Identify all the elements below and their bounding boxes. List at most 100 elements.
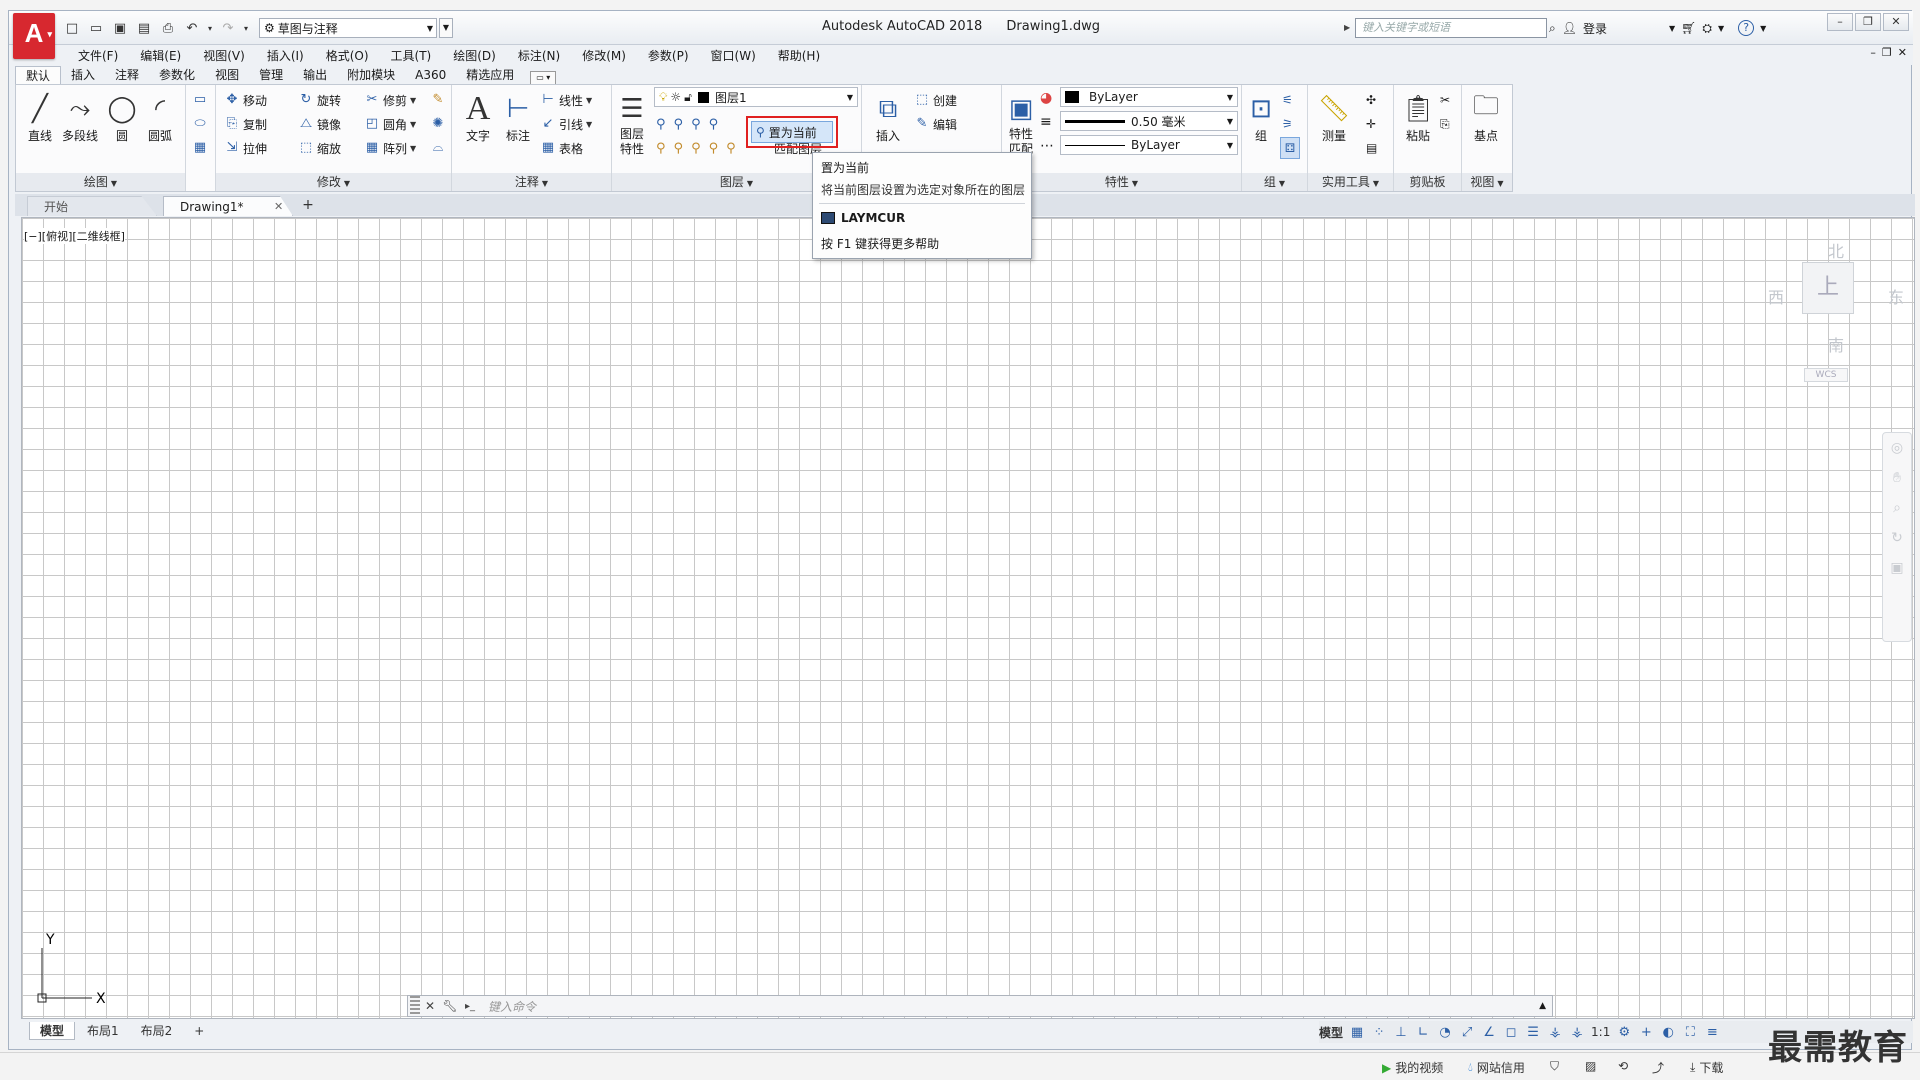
layer-isolate-icon[interactable]: ⚲ bbox=[674, 117, 684, 132]
copy-button[interactable]: ⎘ 复制 bbox=[224, 113, 267, 135]
wrench-icon[interactable]: 🔧︎ bbox=[440, 999, 460, 1013]
fullscreen-icon[interactable]: ⛶ bbox=[1682, 1025, 1698, 1040]
viewcube[interactable]: 北 西 东 南 上 WCS bbox=[1760, 236, 1910, 396]
annotation-visibility-icon[interactable]: ⚶ bbox=[1547, 1025, 1563, 1040]
search-expand-icon[interactable]: ▶ bbox=[1344, 18, 1354, 38]
snap-icon[interactable]: ⁘ bbox=[1371, 1025, 1387, 1040]
panel-clipboard-label[interactable]: 剪贴板 bbox=[1394, 173, 1461, 191]
stretch-button[interactable]: ⇲ 拉伸 bbox=[224, 137, 267, 159]
ribbon-minimize-button[interactable]: ▭ ▾ bbox=[530, 71, 557, 85]
minimize-icon[interactable]: – bbox=[1827, 13, 1853, 31]
drawing-canvas[interactable]: [−][俯视][二维线框] 北 西 东 南 上 WCS ◎ ✋︎ ⌕ ↻ ▣ Y… bbox=[21, 217, 1915, 1019]
fillet-button[interactable]: ◰ 圆角 ▼ bbox=[364, 113, 416, 135]
menu-help[interactable]: 帮助(H) bbox=[767, 47, 831, 64]
color-wheel-icon[interactable]: ◕ bbox=[1040, 87, 1052, 109]
qat-customize-button[interactable]: ▼ bbox=[439, 18, 453, 38]
save-icon[interactable]: ▣ bbox=[109, 17, 131, 39]
site-credit-link[interactable]: 💧︎ 网站信用 bbox=[1468, 1059, 1525, 1076]
panel-annotation-label[interactable]: 注释 ▼ bbox=[452, 173, 611, 191]
image-icon[interactable]: ▨ bbox=[1585, 1059, 1596, 1073]
tab-view[interactable]: 视图 bbox=[205, 66, 249, 85]
layer-select[interactable]: 💡︎ ☼ 🔓︎ 图层1 ▼ bbox=[654, 87, 858, 107]
match-properties-button[interactable]: ▣ 特性匹配 bbox=[1004, 91, 1038, 161]
arc-button[interactable]: ◜ 圆弧 bbox=[140, 91, 180, 161]
menu-insert[interactable]: 插入(I) bbox=[256, 47, 315, 64]
close-icon[interactable]: ✕ bbox=[274, 197, 283, 216]
table-button[interactable]: ▦ 表格 bbox=[540, 137, 583, 159]
object-snap-track-icon[interactable]: ∠ bbox=[1481, 1025, 1497, 1040]
circle-button[interactable]: ◯ 圆 bbox=[102, 91, 142, 161]
command-grip-handle[interactable] bbox=[410, 996, 420, 1016]
trim-button[interactable]: ✂ 修剪 ▼ bbox=[364, 89, 417, 111]
insert-block-button[interactable]: ⧉ 插入 bbox=[868, 91, 908, 161]
pan-icon[interactable]: ✋︎ bbox=[1883, 463, 1911, 493]
menu-parametric[interactable]: 参数(P) bbox=[637, 47, 700, 64]
color-select[interactable]: ByLayer ▼ bbox=[1060, 87, 1238, 107]
menu-view[interactable]: 视图(V) bbox=[192, 47, 256, 64]
menu-draw[interactable]: 绘图(D) bbox=[442, 47, 507, 64]
ortho-icon[interactable]: ∟ bbox=[1415, 1025, 1431, 1040]
cut-icon[interactable]: ✂ bbox=[1440, 89, 1450, 111]
model-space-button[interactable]: 模型 bbox=[1319, 1024, 1343, 1041]
viewcube-south[interactable]: 南 bbox=[1828, 332, 1844, 356]
panel-modify-label[interactable]: 修改 ▼ bbox=[216, 173, 451, 191]
cart-icon[interactable]: 🛒︎ bbox=[1681, 21, 1696, 35]
user-icon[interactable]: 👤︎ bbox=[1562, 21, 1577, 35]
tab-annotate[interactable]: 注释 bbox=[105, 66, 149, 85]
layer-thaw-icon[interactable]: ⚲ bbox=[691, 141, 701, 156]
tab-model[interactable]: 模型 bbox=[29, 1022, 76, 1040]
array-button[interactable]: ▦ 阵列 ▼ bbox=[364, 137, 416, 159]
layer-walk-icon[interactable]: ⚲ bbox=[726, 141, 736, 156]
ungroup-icon[interactable]: ⚟ bbox=[1282, 89, 1293, 111]
copy-clip-icon[interactable]: ⎘ bbox=[1440, 113, 1450, 135]
login-button[interactable]: 登录 bbox=[1583, 20, 1663, 37]
close-icon[interactable]: ✕ bbox=[420, 999, 440, 1013]
plus-icon[interactable]: + bbox=[1638, 1025, 1654, 1040]
menu-modify[interactable]: 修改(M) bbox=[571, 47, 637, 64]
tab-drawing1[interactable]: Drawing1* ✕ bbox=[163, 196, 293, 216]
measure-button[interactable]: 📏︎ 测量 bbox=[1314, 91, 1354, 161]
lineweight-select[interactable]: 0.50 毫米 ▼ bbox=[1060, 111, 1238, 131]
scale-button[interactable]: ⬚ 缩放 bbox=[298, 137, 341, 159]
application-menu-button[interactable]: A ▾ bbox=[13, 13, 55, 59]
panel-draw-label[interactable]: 绘图 ▼ bbox=[16, 173, 185, 191]
polyline-button[interactable]: ⤳ 多段线 bbox=[60, 91, 100, 161]
tab-parametric[interactable]: 参数化 bbox=[149, 66, 205, 85]
close-icon[interactable]: ✕ bbox=[1898, 46, 1907, 59]
annotation-scale-value[interactable]: 1:1 bbox=[1591, 1025, 1610, 1039]
mirror-button[interactable]: ⧍ 镜像 bbox=[298, 113, 341, 135]
tab-featured-apps[interactable]: 精选应用 bbox=[456, 66, 524, 85]
command-input[interactable]: 键入命令 bbox=[488, 998, 536, 1015]
tab-start[interactable]: 开始 bbox=[27, 196, 157, 216]
menu-edit[interactable]: 编辑(E) bbox=[129, 47, 192, 64]
create-block-button[interactable]: ⬚ 创建 bbox=[914, 89, 957, 111]
zoom-icon[interactable]: ⌕ bbox=[1883, 493, 1911, 523]
tab-layout1[interactable]: 布局1 bbox=[77, 1022, 129, 1040]
rotate-button[interactable]: ↻ 旋转 bbox=[298, 89, 341, 111]
menu-format[interactable]: 格式(O) bbox=[315, 47, 380, 64]
offset-button[interactable]: ⌓ bbox=[430, 137, 449, 159]
print-icon[interactable]: ⎙ bbox=[157, 17, 179, 39]
search-input[interactable]: 键入关键字或短语 bbox=[1355, 18, 1547, 38]
wcs-menu[interactable]: WCS bbox=[1804, 368, 1848, 382]
viewport-controls[interactable]: [−][俯视][二维线框] bbox=[24, 228, 125, 244]
object-snap-icon[interactable]: ◻ bbox=[1503, 1025, 1519, 1040]
viewcube-top-face[interactable]: 上 bbox=[1802, 262, 1854, 314]
menu-dimension[interactable]: 标注(N) bbox=[507, 47, 571, 64]
tab-layout2[interactable]: 布局2 bbox=[131, 1022, 183, 1040]
base-view-button[interactable]: 🗀︎ 基点 bbox=[1466, 91, 1506, 161]
group-select-icon[interactable]: ⚃ bbox=[1280, 137, 1300, 159]
annotation-scale-icon[interactable]: ⚶ bbox=[1569, 1025, 1585, 1040]
linear-button[interactable]: ⊢ 线性 ▼ bbox=[540, 89, 592, 111]
save-as-icon[interactable]: ▤ bbox=[133, 17, 155, 39]
crosshair-icon[interactable]: ✛ bbox=[1366, 113, 1376, 135]
dimension-button[interactable]: ⊢ 标注 bbox=[498, 91, 538, 161]
orbit-icon[interactable]: ↻ bbox=[1883, 523, 1911, 553]
undo-dropdown-icon[interactable]: ▾ bbox=[205, 17, 215, 39]
add-layout-button[interactable]: + bbox=[184, 1022, 214, 1040]
restore-icon[interactable]: ❐ bbox=[1882, 46, 1892, 59]
group-button[interactable]: ⊡ 组 bbox=[1244, 91, 1278, 161]
layer-on-icon[interactable]: ⚲ bbox=[656, 141, 666, 156]
linetype-icon[interactable]: ⋯ bbox=[1040, 135, 1054, 157]
ellipse-button[interactable]: ⬭ bbox=[192, 113, 211, 135]
